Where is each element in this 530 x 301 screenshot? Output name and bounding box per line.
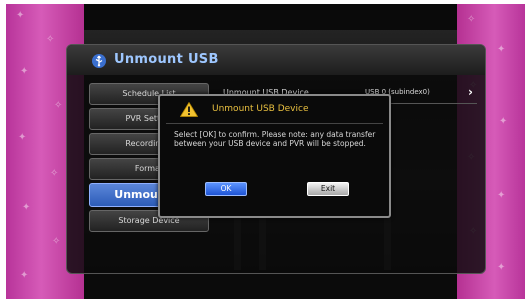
confirm-dialog: Unmount USB Device Select [OK] to confir… <box>158 94 391 218</box>
letterbox-top <box>84 4 457 30</box>
usb-icon <box>92 54 106 68</box>
swirl-icon: ✧ <box>50 168 59 179</box>
swirl-icon: ✦ <box>16 10 25 21</box>
warning-icon <box>180 102 198 117</box>
dialog-message: Select [OK] to confirm. Please note: any… <box>174 130 376 148</box>
divider <box>166 123 383 124</box>
dialog-title: Unmount USB Device <box>212 104 309 114</box>
swirl-icon: ✦ <box>497 44 506 55</box>
swirl-icon: ✧ <box>467 14 476 25</box>
swirl-icon: ✧ <box>54 100 63 111</box>
swirl-icon: ✧ <box>46 34 55 45</box>
swirl-icon: ✦ <box>497 262 506 273</box>
swirl-icon: ✦ <box>20 270 29 281</box>
panel-header: Unmount USB <box>67 45 485 75</box>
ok-button[interactable]: OK <box>205 182 247 196</box>
page-title: Unmount USB <box>114 52 219 67</box>
swirl-icon: ✦ <box>499 116 508 127</box>
swirl-icon: ✧ <box>52 236 61 247</box>
chevron-right-icon[interactable]: › <box>468 85 473 99</box>
swirl-icon: ✦ <box>497 190 506 201</box>
swirl-icon: ✦ <box>18 132 27 143</box>
letterbox-bottom <box>84 270 457 299</box>
swirl-icon: ✦ <box>22 202 31 213</box>
swirl-icon: ✦ <box>20 66 29 77</box>
tv-screen: ✦ ✧ ✦ ✧ ✦ ✧ ✦ ✧ ✦ ✧ ✦ ✧ ✦ ✧ ✦ ✧ ✦ <box>6 4 525 299</box>
exit-button[interactable]: Exit <box>307 182 349 196</box>
